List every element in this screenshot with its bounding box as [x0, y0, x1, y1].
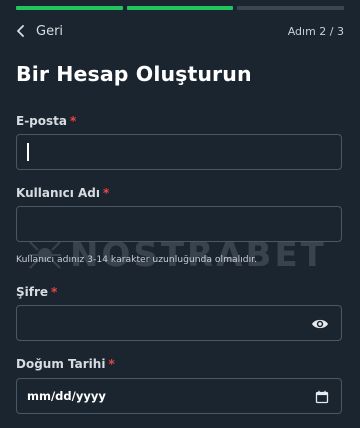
username-field[interactable] — [16, 206, 342, 242]
top-bar: Geri Adım 2 / 3 — [16, 20, 344, 42]
username-hint: Kullanıcı adınız 3-14 karakter uzunluğun… — [16, 254, 258, 265]
step-indicator: Adım 2 / 3 — [287, 24, 344, 38]
email-label: E-posta * — [16, 114, 76, 128]
birthdate-field[interactable]: mm/dd/yyyy — [16, 378, 342, 414]
calendar-icon[interactable] — [315, 389, 329, 408]
birthdate-label: Doğum Tarihi * — [16, 357, 115, 371]
eye-icon[interactable] — [311, 316, 329, 335]
birthdate-placeholder: mm/dd/yyyy — [27, 389, 106, 403]
username-label-text: Kullanıcı Adı — [16, 186, 101, 200]
back-button[interactable]: Geri — [16, 24, 63, 39]
password-label-text: Şifre — [16, 285, 49, 299]
username-label: Kullanıcı Adı * — [16, 186, 109, 200]
progress-step-3 — [237, 6, 345, 10]
email-field[interactable] — [16, 134, 342, 170]
progress-step-2 — [126, 6, 234, 10]
back-label: Geri — [36, 23, 64, 39]
birthdate-label-text: Doğum Tarihi — [16, 357, 106, 371]
progress-bar — [16, 6, 345, 10]
password-field[interactable] — [16, 305, 342, 341]
chevron-left-icon — [16, 25, 26, 37]
required-mark: * — [108, 357, 115, 371]
required-mark: * — [51, 285, 58, 299]
required-mark: * — [70, 114, 77, 128]
password-label: Şifre * — [16, 285, 57, 299]
email-label-text: E-posta — [16, 114, 67, 128]
text-caret — [27, 143, 29, 161]
page-title: Bir Hesap Oluşturun — [16, 62, 252, 86]
progress-step-1 — [16, 6, 123, 10]
required-mark: * — [103, 186, 110, 200]
